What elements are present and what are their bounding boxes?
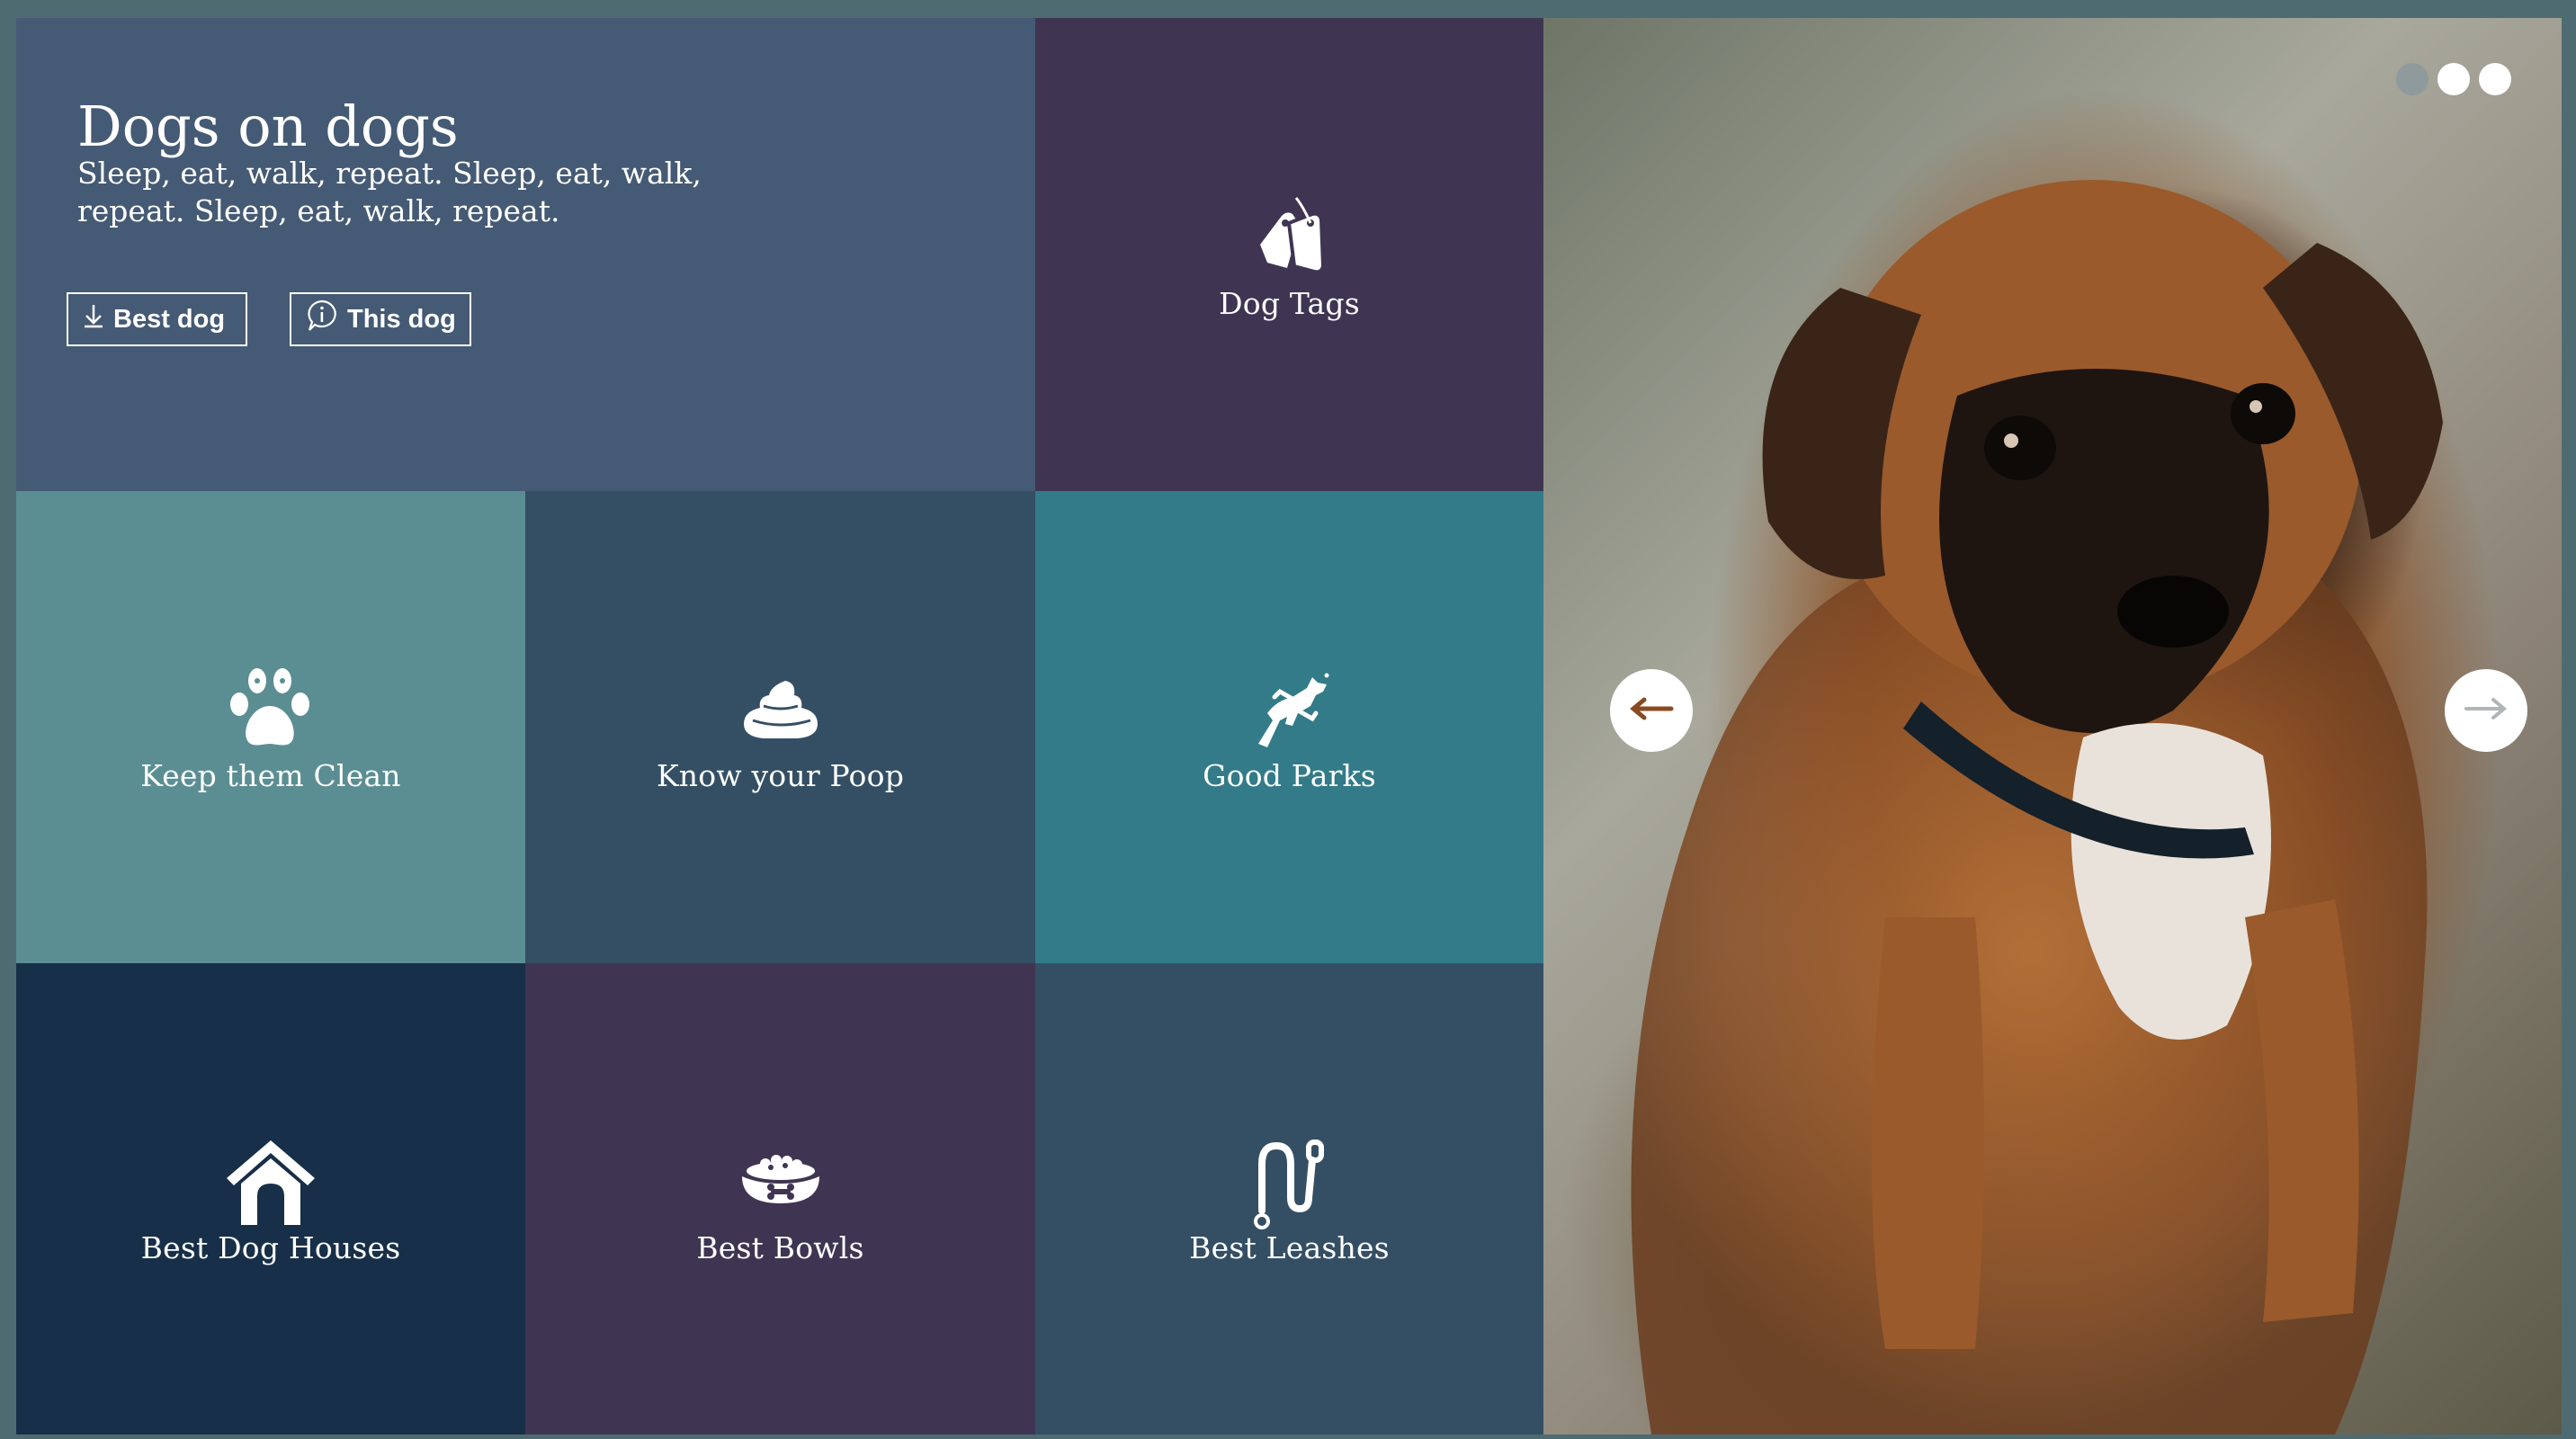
- dog-bowl-icon: [731, 1133, 830, 1232]
- tile-label: Best Leashes: [1189, 1229, 1390, 1265]
- tile-dog-tags[interactable]: Dog Tags: [1035, 18, 1543, 491]
- carousel-dot[interactable]: [2437, 63, 2470, 95]
- tile-keep-them-clean[interactable]: Keep them Clean: [16, 491, 525, 963]
- carousel-indicators: [2396, 63, 2511, 95]
- this-dog-button[interactable]: This dog: [290, 292, 471, 346]
- tile-label: Good Parks: [1203, 758, 1376, 793]
- tile-best-bowls[interactable]: Best Bowls: [525, 963, 1035, 1435]
- tile-best-leashes[interactable]: Best Leashes: [1035, 963, 1543, 1435]
- tile-label: Best Dog Houses: [140, 1229, 401, 1265]
- info-icon: [304, 298, 347, 341]
- this-dog-button-label: This dog: [347, 304, 456, 334]
- arrow-left-icon: [1628, 696, 1675, 725]
- arrow-right-icon: [2463, 696, 2509, 725]
- dog-house-icon: [221, 1133, 320, 1232]
- poop-icon: [731, 661, 830, 760]
- puppy-photo: [1631, 180, 2443, 1435]
- carousel-prev-button[interactable]: [1610, 669, 1693, 752]
- tile-label: Keep them Clean: [140, 758, 401, 793]
- paw-icon: [221, 661, 320, 760]
- best-dog-button-label: Best dog: [113, 304, 226, 334]
- download-icon: [81, 302, 113, 336]
- tile-good-parks[interactable]: Good Parks: [1035, 491, 1543, 963]
- tile-label: Best Bowls: [696, 1229, 864, 1265]
- hero-panel: Dogs on dogs Sleep, eat, walk, repeat. S…: [16, 18, 1035, 491]
- tile-label: Know your Poop: [656, 758, 905, 793]
- carousel-next-button[interactable]: [2445, 669, 2527, 752]
- leash-icon: [1240, 1133, 1339, 1232]
- best-dog-button[interactable]: Best dog: [67, 292, 247, 346]
- page-subtitle: Sleep, eat, walk, repeat. Sleep, eat, wa…: [77, 156, 702, 228]
- jumping-dog-icon: [1240, 661, 1339, 760]
- dashboard-grid: Dogs on dogs Sleep, eat, walk, repeat. S…: [16, 18, 2562, 1435]
- dog-tag-icon: [1240, 189, 1339, 288]
- carousel-dot[interactable]: [2479, 63, 2511, 95]
- puppy-photo-carousel: [1543, 18, 2562, 1435]
- page-title: Dogs on dogs: [77, 94, 459, 159]
- tile-know-your-poop[interactable]: Know your Poop: [525, 491, 1035, 963]
- tile-label: Dog Tags: [1219, 285, 1360, 321]
- carousel-dot[interactable]: [2396, 63, 2428, 95]
- tile-best-dog-houses[interactable]: Best Dog Houses: [16, 963, 525, 1435]
